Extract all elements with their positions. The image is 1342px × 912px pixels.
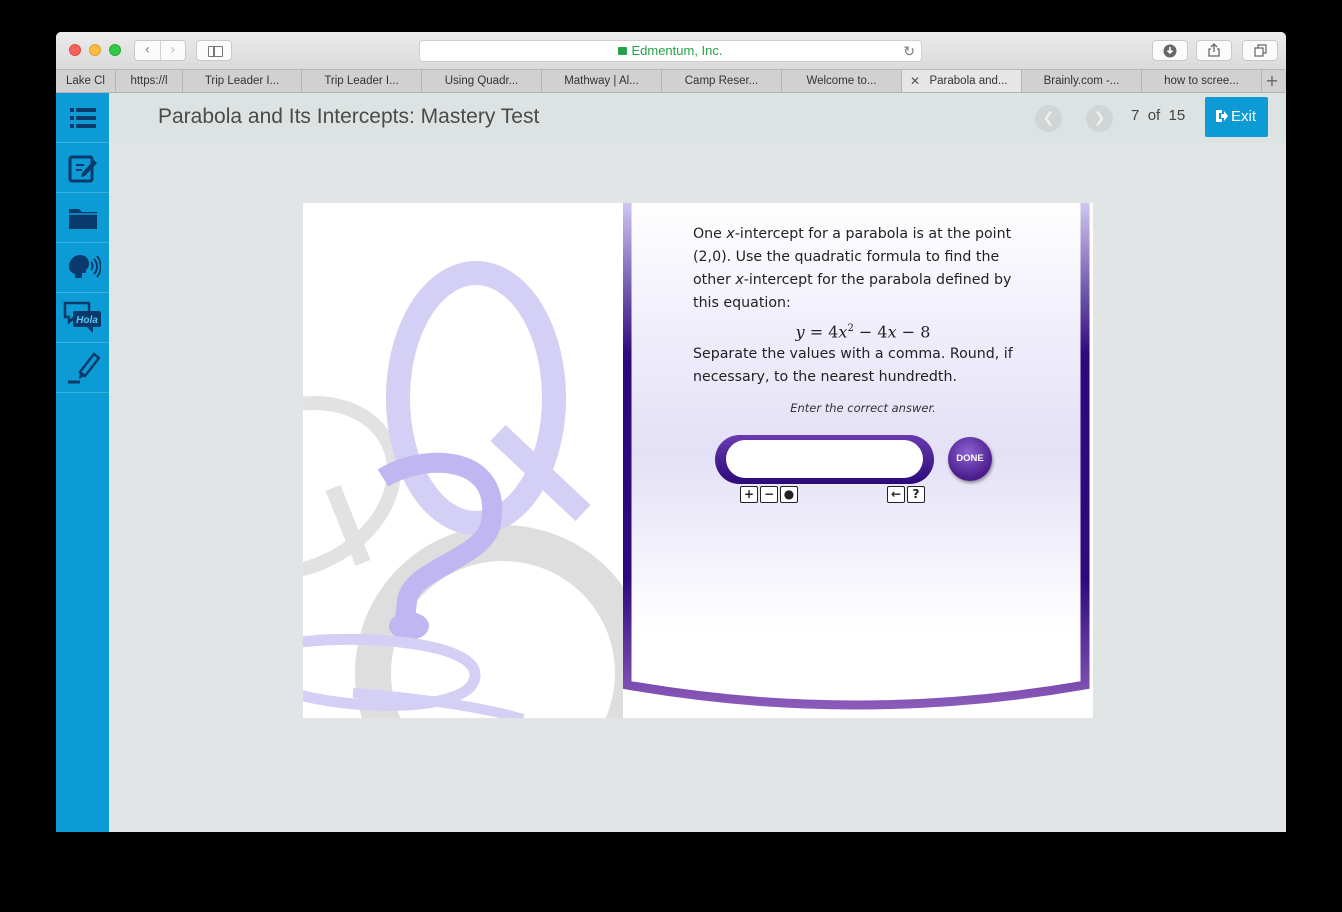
- tab-label: Using Quadr...: [444, 75, 519, 87]
- tab-2[interactable]: Trip Leader I...: [183, 70, 302, 92]
- next-question-icon[interactable]: ❯: [1086, 105, 1113, 132]
- tab-8-active[interactable]: ✕ Parabola and...: [902, 70, 1022, 92]
- math-tools-right: ← ?: [887, 486, 925, 503]
- tab-label: how to scree...: [1164, 75, 1239, 87]
- close-window-button[interactable]: [69, 44, 81, 56]
- tab-7[interactable]: Welcome to...: [782, 70, 902, 92]
- equation: y = 4x2 − 4x − 8: [693, 317, 1033, 343]
- minus-icon[interactable]: −: [760, 486, 778, 503]
- plus-icon[interactable]: +: [740, 486, 758, 503]
- minimize-window-button[interactable]: [89, 44, 101, 56]
- eq-lhs: y: [795, 322, 805, 342]
- eq-rest: − 4: [853, 322, 888, 342]
- tab-4[interactable]: Using Quadr...: [422, 70, 542, 92]
- current-question: 7: [1131, 107, 1140, 124]
- backspace-icon[interactable]: ←: [887, 486, 905, 503]
- lock-icon: [618, 47, 628, 55]
- address-bar[interactable]: Edmentum, Inc. ↻: [419, 40, 922, 62]
- hola-text: Hola: [76, 315, 98, 326]
- url-host: Edmentum, Inc.: [631, 43, 723, 58]
- tab-label: https://l: [130, 75, 168, 87]
- x-variable: x: [726, 226, 735, 242]
- tab-label: Parabola and...: [929, 75, 1008, 87]
- tab-1[interactable]: https://l: [116, 70, 183, 92]
- share-icon[interactable]: [1196, 40, 1232, 61]
- tab-label: Camp Reser...: [684, 75, 759, 87]
- previous-question-icon[interactable]: ❮: [1035, 105, 1062, 132]
- tab-label: Trip Leader I...: [324, 75, 399, 87]
- history-nav: ‹ ›: [134, 40, 186, 61]
- text-to-speech-icon[interactable]: [56, 243, 109, 293]
- notepad-icon[interactable]: [56, 143, 109, 193]
- tools-rail: Hola: [56, 93, 109, 832]
- eq-tail: − 8: [896, 322, 931, 342]
- tab-label: Brainly.com -...: [1043, 75, 1120, 87]
- question-mark-decoration: [303, 261, 623, 718]
- lesson-header: Parabola and Its Intercepts: Mastery Tes…: [109, 93, 1286, 143]
- answer-frame: [715, 435, 934, 484]
- close-tab-icon[interactable]: ✕: [910, 70, 920, 92]
- tab-0[interactable]: Lake Cl: [56, 70, 116, 92]
- tab-label: Lake Cl: [66, 75, 105, 87]
- help-icon[interactable]: ?: [907, 486, 925, 503]
- tab-9[interactable]: Brainly.com -...: [1022, 70, 1142, 92]
- question-text: One x-intercept for a parabola is at the…: [693, 223, 1033, 389]
- answer-input[interactable]: [726, 440, 923, 478]
- zoom-window-button[interactable]: [109, 44, 121, 56]
- math-tools-left: + − ●: [740, 486, 798, 503]
- downloads-icon[interactable]: [1152, 40, 1188, 61]
- tab-bar: Lake Cl https://l Trip Leader I... Trip …: [56, 69, 1286, 93]
- translate-hola-icon[interactable]: Hola: [56, 293, 109, 343]
- question-counter: 7 of 15: [1131, 107, 1185, 124]
- tab-3[interactable]: Trip Leader I...: [302, 70, 422, 92]
- browser-window: ‹ › Edmentum, Inc. ↻ Lake Cl https://l T…: [56, 32, 1286, 832]
- done-button[interactable]: DONE: [948, 437, 992, 481]
- x-variable: x: [735, 272, 744, 288]
- question-text-4: Separate the values with a comma. Round,…: [693, 346, 1013, 386]
- exit-icon: [1215, 97, 1228, 137]
- tab-10[interactable]: how to scree...: [1142, 70, 1262, 92]
- eq-var: x: [887, 322, 897, 342]
- bullet-icon[interactable]: ●: [780, 486, 798, 503]
- total-questions: 15: [1168, 107, 1186, 124]
- of-label: of: [1147, 107, 1161, 124]
- sidebar-toggle-icon[interactable]: [196, 40, 232, 61]
- highlighter-icon[interactable]: [56, 343, 109, 393]
- question-card: One x-intercept for a parabola is at the…: [303, 203, 1093, 718]
- new-tab-button[interactable]: +: [1262, 70, 1282, 92]
- back-icon[interactable]: ‹: [135, 41, 160, 60]
- tab-6[interactable]: Camp Reser...: [662, 70, 782, 92]
- eq-coef: = 4: [804, 322, 839, 342]
- tab-label: Trip Leader I...: [204, 75, 280, 87]
- tab-5[interactable]: Mathway | Al...: [542, 70, 662, 92]
- reload-icon[interactable]: ↻: [903, 41, 915, 61]
- question-text-1: One: [693, 226, 727, 242]
- forward-icon[interactable]: ›: [159, 41, 186, 60]
- list-icon[interactable]: [56, 93, 109, 143]
- exit-button[interactable]: Exit: [1205, 97, 1268, 137]
- tab-label: Mathway | Al...: [564, 75, 639, 87]
- instruction-text: Enter the correct answer.: [790, 401, 936, 415]
- folder-icon[interactable]: [56, 193, 109, 243]
- exit-label: Exit: [1231, 108, 1257, 125]
- tabs-overview-icon[interactable]: [1242, 40, 1278, 61]
- browser-toolbar: ‹ › Edmentum, Inc. ↻: [56, 32, 1286, 69]
- tab-label: Welcome to...: [806, 75, 877, 87]
- page-title: Parabola and Its Intercepts: Mastery Tes…: [158, 105, 540, 128]
